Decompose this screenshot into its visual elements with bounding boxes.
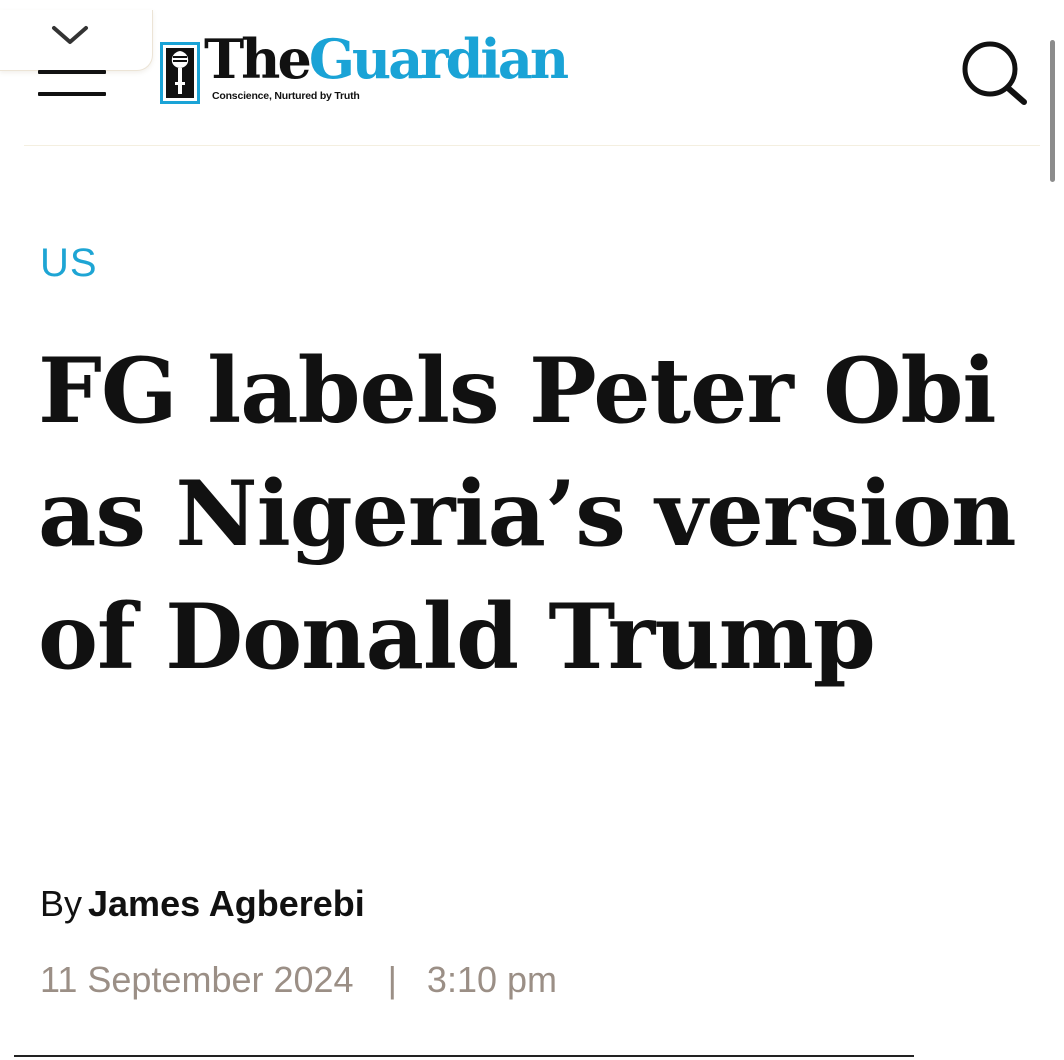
menu-bar-top <box>38 70 106 74</box>
article-category-link[interactable]: US <box>40 238 98 288</box>
meta-separator: | <box>387 959 397 1000</box>
guardian-emblem-icon <box>160 42 200 104</box>
article-byline: By James Agberebi <box>40 880 365 928</box>
collapse-tab[interactable] <box>0 10 153 71</box>
chevron-down-icon[interactable] <box>48 24 92 48</box>
bottom-divider <box>14 1055 914 1057</box>
logo-tagline: Conscience, Nurtured by Truth <box>212 90 360 102</box>
author-link[interactable]: James Agberebi <box>88 883 365 924</box>
logo-word-the: The <box>204 27 312 91</box>
scrollbar[interactable] <box>1050 40 1055 182</box>
search-icon[interactable] <box>958 38 1030 108</box>
logo-wordmark: TheGuardian <box>204 32 569 86</box>
search-button[interactable] <box>958 38 1030 108</box>
publish-date: 11 September 2024 <box>40 959 354 1000</box>
byline-prefix: By <box>40 883 83 924</box>
menu-bar-bottom <box>38 92 106 96</box>
site-logo[interactable]: TheGuardian Conscience, Nurtured by Trut… <box>160 32 590 106</box>
publish-time: 3:10 pm <box>426 959 557 1000</box>
article-meta: 11 September 2024 | 3:10 pm <box>40 956 557 1004</box>
article-headline: FG labels Peter Obi as Nigeria’s version… <box>38 338 1017 690</box>
hamburger-menu-icon[interactable] <box>38 70 108 100</box>
logo-word-guardian: Guardian <box>308 27 569 91</box>
header-divider <box>24 145 1040 146</box>
